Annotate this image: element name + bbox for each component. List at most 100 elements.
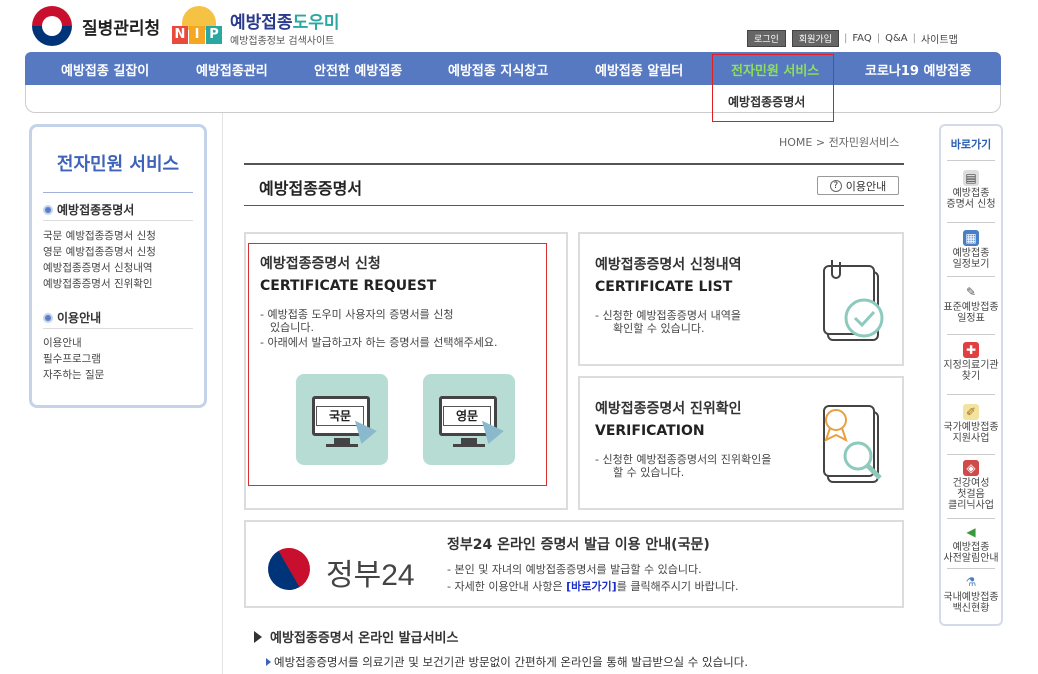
question-icon: ? [829,179,842,192]
gov24-desc-2-post: 를 클릭해주시기 바랍니다. [616,580,739,593]
hospital-icon: ✚ [963,342,979,358]
faq-link[interactable]: FAQ [852,33,871,44]
gnb-item-management[interactable]: 예방접종관리 [196,60,268,79]
sidebar-title: 전자민원 서비스 [56,154,180,175]
quick-menu: 바로가기 ▤ 예방접종 증명서 신청 ▦ 예방접종 일정보기 ✎ 표준예방접종 … [939,124,1003,626]
quick-item-national-support[interactable]: ✐ 국가예방접종 지원사업 [941,404,1001,444]
quick-item-standard-schedule[interactable]: ✎ 표준예방접종 일정표 [941,284,1001,324]
site-title-part1: 예방접종 [230,13,293,33]
quick-item-pre-notice[interactable]: ◀ 예방접종 사전알림안내 [941,524,1001,564]
quick-item-line: 예방접종 [952,542,990,553]
sidebar-link-faq[interactable]: 자주하는 질문 [43,367,104,382]
gnb-item-knowledge[interactable]: 예방접종 지식창고 [448,60,548,79]
quick-item-line: 백신현황 [952,603,990,614]
qna-link[interactable]: Q&A [885,33,908,44]
title-bottom-line [244,205,904,206]
usage-guide-button[interactable]: ? 이용안내 [817,176,899,195]
quick-item-line: 국가예방접종 [943,422,999,433]
nip-letter-n: N [172,26,188,44]
request-desc-1b: 있습니다. [270,321,314,334]
quick-item-line: 일정보기 [952,259,990,270]
gov24-desc-2-pre: - 자세한 이용안내 사항은 [447,580,567,593]
sidebar-link-guide[interactable]: 이용안내 [43,335,82,350]
gov24-title: 정부24 온라인 증명서 발급 이용 안내(국문) [447,537,710,553]
sidebar-section-label: 이용안내 [57,311,102,325]
taegeuk-emblem-icon [32,6,72,46]
submenu-certificate[interactable]: 예방접종증명서 [728,93,805,110]
quick-item-schedule[interactable]: ▦ 예방접종 일정보기 [941,230,1001,270]
small-triangle-icon [266,658,271,666]
gov24-banner[interactable]: 정부24 정부24 온라인 증명서 발급 이용 안내(국문) - 본인 및 자녀… [244,520,904,608]
gov24-desc-1: - 본인 및 자녀의 예방접종증명서를 발급할 수 있습니다. [447,563,702,576]
quick-item-line: 지정의료기관 [943,360,999,371]
site-title[interactable]: 예방접종도우미 [230,8,339,33]
breadcrumb: HOME > 전자민원서비스 [779,136,900,149]
gnb-item-notice[interactable]: 예방접종 알림터 [595,60,683,79]
sidebar-link-verification[interactable]: 예방접종증명서 진위확인 [43,276,153,291]
list-desc-1b: 확인할 수 있습니다. [613,322,705,335]
kdca-logo[interactable]: 질병관리청 [32,6,172,46]
verify-desc-1: - 신청한 예방접종증명서의 진위확인을 [595,453,772,466]
agency-name: 질병관리청 [82,18,161,39]
request-desc-2: - 아래에서 발급하고자 하는 증명서를 선택해주세요. [260,336,498,349]
gov24-logo-text: 정부24 [326,559,415,592]
quick-item-line: 예방접종 [952,188,990,199]
join-button[interactable]: 회원가입 [791,30,839,47]
online-service-desc: 예방접종증명서를 의료기관 및 보건기관 방문없이 간편하게 온라인을 통해 발… [266,654,748,670]
content-divider [222,113,223,674]
speaker-icon: ◀ [966,525,976,539]
sidebar-link-programs[interactable]: 필수프로그램 [43,351,101,366]
quick-item-line: 표준예방접종 [943,302,999,313]
quick-menu-title: 바로가기 [950,138,992,151]
gov24-shortcut-link[interactable]: [바로가기] [566,580,617,593]
request-title-en: CERTIFICATE REQUEST [260,278,437,294]
quick-item-line: 예방접종 [952,248,990,259]
gnb-item-covid19[interactable]: 코로나19 예방접종 [865,60,971,79]
quick-item-line: 국내예방접종 [943,592,999,603]
request-title-ko: 예방접종증명서 신청 [260,256,381,272]
site-subtitle: 예방접종정보 검색사이트 [230,36,335,47]
list-title-en: CERTIFICATE LIST [595,279,733,295]
sub-navigation-bar [25,85,1001,113]
korean-certificate-button[interactable]: 국문 [296,374,388,465]
bullet-icon [43,204,53,215]
gov24-desc-2: - 자세한 이용안내 사항은 [바로가기]를 클릭해주시기 바랍니다. [447,580,739,593]
card-certificate-list[interactable]: 예방접종증명서 신청내역 CERTIFICATE LIST - 신청한 예방접종… [578,232,904,366]
usage-guide-label: 이용안내 [845,179,887,193]
calendar-icon: ▦ [963,230,979,246]
document-check-icon [823,260,884,341]
quick-item-line: 지원사업 [952,433,990,444]
nip-logo[interactable]: N I P [172,2,224,48]
sidebar-link-english-request[interactable]: 영문 예방접종증명서 신청 [43,244,156,259]
quick-item-line: 사전알림안내 [943,553,999,564]
sidebar-section-label: 예방접종증명서 [57,203,135,217]
quick-item-find-clinic[interactable]: ✚ 지정의료기관 찾기 [941,342,1001,382]
quick-item-line: 일정표 [957,313,985,324]
vaccine-icon: ⚗ [965,575,977,589]
sidebar-section-guide[interactable]: 이용안내 [43,309,101,326]
quick-item-vaccine-status[interactable]: ⚗ 국내예방접종 백신현황 [941,574,1001,614]
quick-item-certificate[interactable]: ▤ 예방접종 증명서 신청 [941,170,1001,210]
quick-item-women-clinic[interactable]: ◈ 건강여성 첫걸음 클리닉사업 [941,460,1001,511]
english-certificate-button[interactable]: 영문 [423,374,515,465]
request-desc-1: - 예방접종 도우미 사용자의 증명서를 신청 [260,308,454,321]
verify-title-en: VERIFICATION [595,423,705,439]
gnb-item-guide[interactable]: 예방접종 길잡이 [61,60,149,79]
page-title: 예방접종증명서 [259,179,363,198]
sitemap-link[interactable]: 사이트맵 [921,31,958,46]
bullet-icon [43,312,53,323]
quick-item-line: 건강여성 [952,478,990,489]
gnb-item-safety[interactable]: 안전한 예방접종 [314,60,402,79]
box-icon: ◈ [963,460,979,476]
verify-desc-1b: 할 수 있습니다. [613,466,685,479]
triangle-bullet-icon [254,630,262,643]
login-button[interactable]: 로그인 [747,30,786,47]
sidebar-link-korean-request[interactable]: 국문 예방접종증명서 신청 [43,228,156,243]
syringe-icon: ✎ [965,285,977,299]
sidebar-link-request-history[interactable]: 예방접종증명서 신청내역 [43,260,153,275]
sidebar-section-certificate[interactable]: 예방접종증명서 [43,201,134,218]
card-verification[interactable]: 예방접종증명서 진위확인 VERIFICATION - 신청한 예방접종증명서의… [578,376,904,510]
quick-item-line: 찾기 [961,371,981,382]
nip-letter-i: I [189,26,205,44]
document-icon: ✐ [963,404,979,420]
